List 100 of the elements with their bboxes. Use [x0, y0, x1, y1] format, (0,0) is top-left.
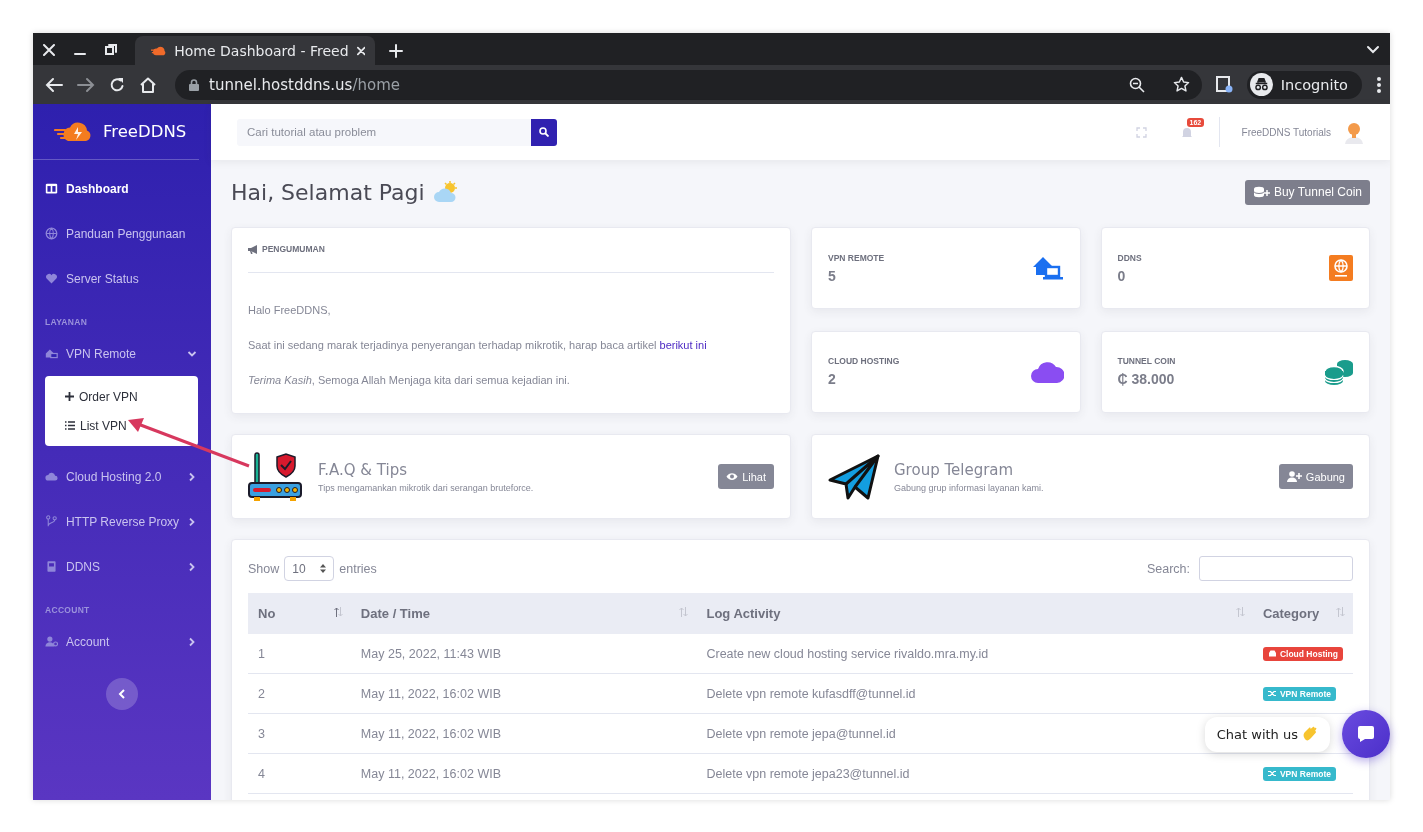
reload-icon[interactable]	[109, 76, 125, 93]
table-cell: May 11, 2022, 16:02 WIB	[350, 713, 697, 754]
chevron-down-icon[interactable]	[1366, 45, 1380, 55]
category-tag: VPN Remote	[1262, 766, 1336, 781]
entries-label: entries	[339, 561, 377, 576]
zoom-out-icon[interactable]	[1128, 76, 1145, 93]
category-tag: Cloud Hosting	[1262, 646, 1343, 661]
search-field[interactable]: Cari tutorial atau problem	[237, 118, 531, 146]
chevron-right-icon	[187, 471, 197, 482]
coins-plus-icon	[1252, 186, 1270, 198]
restore-icon[interactable]	[105, 44, 117, 56]
plus-icon	[65, 392, 74, 401]
stat-value: ₵ 38.000	[1117, 371, 1176, 387]
table-search-field[interactable]	[1199, 556, 1353, 581]
user-plus-icon	[1286, 471, 1302, 482]
stat-value: 5	[828, 267, 837, 284]
tab-title: Home Dashboard - Freed	[174, 42, 349, 59]
stat-label: TUNNEL COIN	[1117, 356, 1177, 366]
promo-title: F.A.Q & Tips	[318, 460, 408, 479]
table-cell: 4	[248, 753, 351, 794]
search-label: Search:	[1146, 561, 1190, 576]
sidebar-item[interactable]: Cloud Hosting 2.0	[33, 454, 211, 499]
promo-subtitle: Tips mengamankan mikrotik dari serangan bruteforce.	[318, 482, 535, 493]
sort-caret-icon	[320, 564, 327, 573]
branch-icon	[45, 515, 58, 528]
page-size-select[interactable]: 10	[284, 556, 335, 581]
lock-icon	[189, 78, 199, 91]
table-cell: May 25, 2022, 11:43 WIB	[350, 634, 697, 674]
column-header[interactable]: No	[248, 593, 351, 634]
buy-tunnel-coin-button[interactable]: Buy Tunnel Coin	[1244, 179, 1370, 205]
promo-title: Group Telegram	[894, 460, 1015, 479]
new-tab-icon[interactable]	[389, 44, 403, 58]
bookmark-star-icon[interactable]	[1172, 76, 1190, 93]
column-header[interactable]: Log Activity	[696, 593, 1253, 634]
forward-icon[interactable]	[77, 76, 95, 93]
heart-icon	[45, 272, 58, 285]
extension-icon[interactable]	[1215, 76, 1233, 93]
category-tag: VPN Remote	[1262, 686, 1336, 701]
sidebar-item[interactable]: HTTP Reverse Proxy	[33, 499, 211, 544]
table-cell: May 11, 2022, 16:02 WIB	[350, 753, 697, 794]
show-label: Show	[248, 561, 280, 576]
column-header[interactable]: Date / Time	[350, 593, 697, 634]
stat-label: CLOUD HOSTING	[828, 356, 901, 366]
address-bar[interactable]: tunnel.hostddns.us/home	[175, 69, 1202, 100]
more-icon[interactable]	[1376, 75, 1382, 94]
join-button[interactable]: Gabung	[1278, 464, 1353, 489]
collapse-sidebar-button[interactable]	[106, 678, 138, 710]
shuffle-icon	[1267, 690, 1277, 698]
table-cell: 1	[248, 634, 351, 674]
submenu-item[interactable]: List VPN	[45, 411, 198, 440]
table-cell: Create new cloud hosting service rivaldo.mra.my.id	[696, 634, 1253, 674]
bell-icon[interactable]	[1180, 125, 1193, 139]
section-heading: LAYANAN	[44, 316, 89, 329]
section-heading: ACCOUNT	[44, 604, 91, 617]
sidebar-item[interactable]: Panduan Penggunaan	[33, 211, 211, 256]
promo-subtitle: Gabung grup informasi layanan kami.	[894, 482, 1045, 493]
chevron-right-icon	[187, 561, 197, 572]
announcement-text: Terima Kasih, Semoga Allah Menjaga kita dari semua kejadian ini.	[248, 373, 571, 387]
megaphone-icon	[248, 244, 258, 254]
brand-name: FreeDDNS	[103, 122, 187, 141]
article-link[interactable]: berikut ini	[659, 339, 707, 351]
stat-value: 2	[828, 371, 837, 387]
sidebar-item[interactable]: Dashboard	[33, 166, 211, 211]
paper-plane-icon	[828, 453, 880, 500]
home-icon[interactable]	[139, 76, 157, 93]
page-greeting: Hai, Selamat Pagi	[231, 179, 425, 205]
submenu-item[interactable]: Order VPN	[45, 382, 198, 411]
globe-icon	[45, 227, 58, 240]
profile-button[interactable]: Incognito	[1246, 70, 1362, 99]
search-button[interactable]	[531, 118, 557, 146]
back-icon[interactable]	[45, 76, 63, 93]
weather-icon	[432, 181, 459, 203]
table-cell: May 11, 2022, 16:02 WIB	[350, 673, 697, 714]
user-gear-icon	[45, 635, 58, 648]
chevron-right-icon	[187, 636, 197, 647]
search-icon	[539, 127, 549, 137]
browser-tab[interactable]: Home Dashboard - Freed	[135, 36, 375, 65]
close-icon[interactable]	[43, 44, 55, 56]
user-name[interactable]: FreeDDNS Tutorials	[1241, 126, 1331, 138]
close-icon[interactable]	[356, 45, 365, 56]
eye-icon	[726, 472, 739, 481]
drive-icon	[1267, 650, 1277, 658]
view-button[interactable]: Lihat	[718, 464, 774, 489]
table-cell: Delete vpn remote kufasdff@tunnel.id	[696, 673, 1253, 714]
shuffle-icon	[1267, 770, 1277, 778]
stat-value: 0	[1117, 267, 1127, 284]
cloud-icon	[45, 470, 58, 483]
sidebar-item[interactable]: Server Status	[33, 256, 211, 301]
card-heading: PENGUMUMAN	[262, 244, 325, 254]
stat-label: DDNS	[1117, 252, 1143, 263]
chat-bubble[interactable]: Chat with us	[1204, 716, 1330, 752]
column-header[interactable]: Category	[1252, 593, 1353, 634]
flame-cloud-icon	[151, 44, 167, 57]
sidebar-item[interactable]: DDNS	[33, 544, 211, 589]
chevron-right-icon	[187, 516, 197, 527]
sidebar-item[interactable]: Account	[33, 619, 211, 664]
announcement-text: Halo FreeDDNS,	[248, 303, 332, 317]
sidebar-item[interactable]: VPN Remote	[33, 331, 211, 376]
chevron-left-icon	[118, 689, 126, 699]
incognito-icon	[1249, 73, 1273, 96]
